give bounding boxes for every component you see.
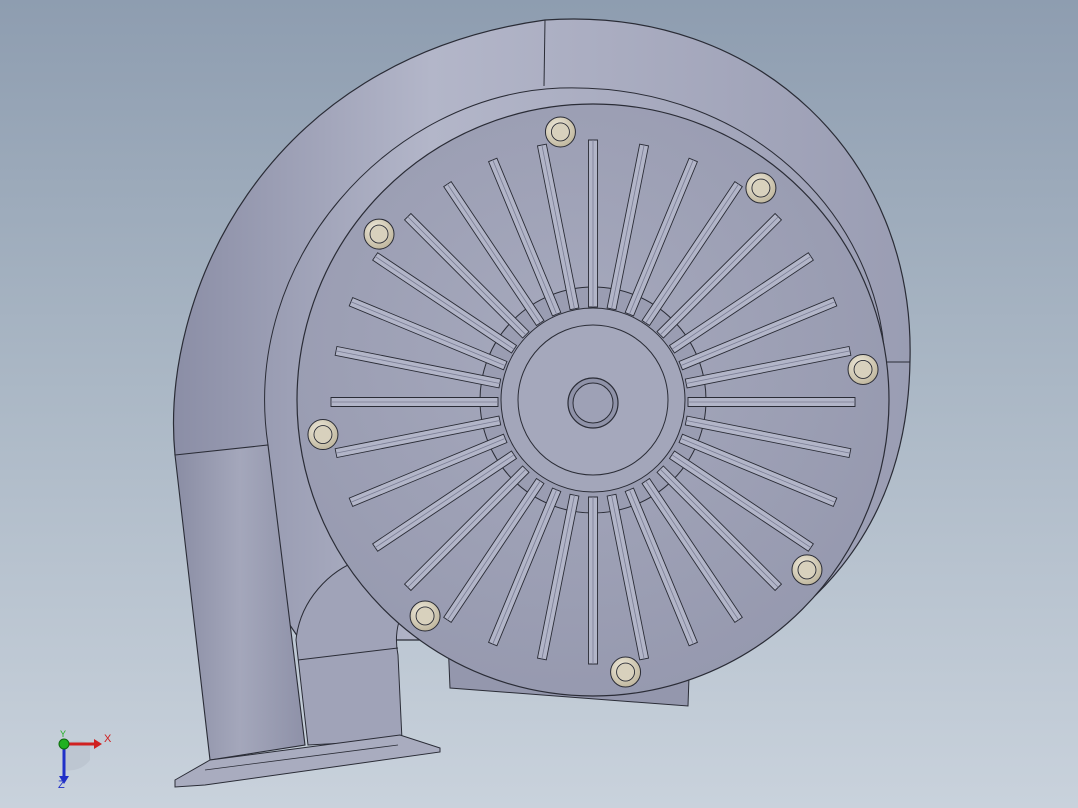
graphics-viewport[interactable]: X Y Z xyxy=(0,0,1078,808)
cover-bolt[interactable] xyxy=(363,218,395,250)
cover-bolt[interactable] xyxy=(791,554,823,586)
coordinate-triad xyxy=(58,738,102,784)
bolt-head xyxy=(313,425,333,445)
cover-bolt[interactable] xyxy=(745,172,777,204)
bolt-head xyxy=(751,178,771,198)
triad-x-arrow xyxy=(94,739,102,749)
bolt-head xyxy=(797,560,817,580)
cover-bolt[interactable] xyxy=(409,600,441,632)
triad-z-label: Z xyxy=(58,779,65,791)
shaft-hole-inner xyxy=(572,382,614,424)
bolt-head xyxy=(616,662,636,682)
blower-model[interactable] xyxy=(0,0,1078,808)
triad-y-label: Y xyxy=(60,729,67,739)
triad-x-label: X xyxy=(104,733,112,745)
cover-bolt[interactable] xyxy=(610,656,642,688)
bolt-head xyxy=(415,606,435,626)
cover-bolt[interactable] xyxy=(847,353,879,385)
cover-bolt[interactable] xyxy=(544,116,576,148)
bolt-head xyxy=(369,224,389,244)
triad-y-axis xyxy=(58,738,70,750)
bolt-head xyxy=(550,122,570,142)
bolt-head xyxy=(853,359,873,379)
cover-bolt[interactable] xyxy=(307,419,339,451)
